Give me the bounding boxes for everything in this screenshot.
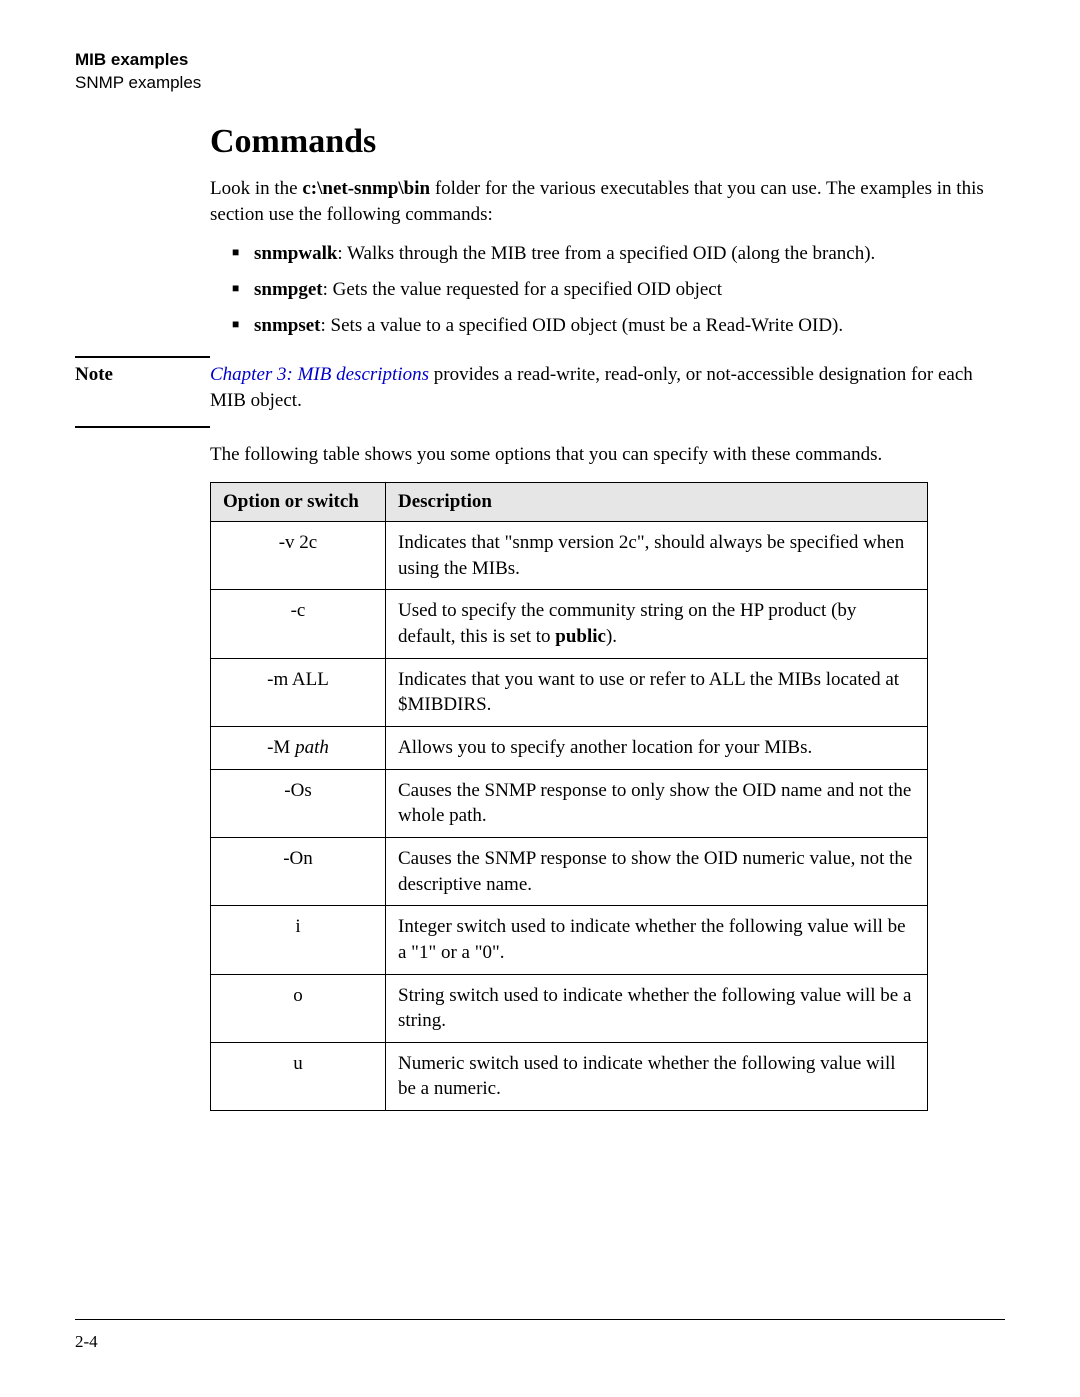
desc-cell: Used to specify the community string on … (386, 590, 928, 658)
note-link[interactable]: Chapter 3: MIB descriptions (210, 364, 429, 385)
opt-cell: -Os (211, 769, 386, 837)
desc-cell: Integer switch used to indicate whether … (386, 906, 928, 974)
intro-paragraph: Look in the c:\net-snmp\bin folder for t… (210, 176, 1005, 227)
cmd-desc: : Walks through the MIB tree from a spec… (337, 243, 875, 264)
cmd-name: snmpwalk (254, 243, 337, 264)
table-row: -v 2c Indicates that "snmp version 2c", … (211, 522, 928, 590)
opt-cell: o (211, 974, 386, 1042)
cmd-desc: : Sets a value to a specified OID object… (321, 315, 844, 336)
opt-cell: -v 2c (211, 522, 386, 590)
desc-cell: Indicates that "snmp version 2c", should… (386, 522, 928, 590)
note-block: Note Chapter 3: MIB descriptions provide… (75, 356, 1005, 428)
opt-cell: -M path (211, 727, 386, 770)
opt-cell: i (211, 906, 386, 974)
table-row: -M path Allows you to specify another lo… (211, 727, 928, 770)
cmd-name: snmpget (254, 279, 323, 300)
page-number: 2-4 (75, 1332, 98, 1351)
note-label: Note (75, 364, 113, 385)
list-item: snmpset: Sets a value to a specified OID… (232, 313, 1005, 339)
command-list: snmpwalk: Walks through the MIB tree fro… (232, 241, 1005, 338)
table-row: i Integer switch used to indicate whethe… (211, 906, 928, 974)
page-header: MIB examples SNMP examples (75, 50, 1005, 93)
table-row: o String switch used to indicate whether… (211, 974, 928, 1042)
opt-cell: -m ALL (211, 658, 386, 726)
intro-bold-path: c:\net-snmp\bin (302, 178, 430, 199)
desc-cell: Indicates that you want to use or refer … (386, 658, 928, 726)
table-intro: The following table shows you some optio… (210, 444, 1005, 466)
opt-cell: -c (211, 590, 386, 658)
table-row: -Os Causes the SNMP response to only sho… (211, 769, 928, 837)
list-item: snmpwalk: Walks through the MIB tree fro… (232, 241, 1005, 267)
col-header-option: Option or switch (211, 483, 386, 522)
options-table: Option or switch Description -v 2c Indic… (210, 482, 928, 1111)
page-footer: 2-4 (75, 1319, 1005, 1352)
desc-cell: Allows you to specify another location f… (386, 727, 928, 770)
opt-cell: -On (211, 837, 386, 905)
note-label-box: Note (75, 356, 210, 428)
table-row: -m ALL Indicates that you want to use or… (211, 658, 928, 726)
desc-cell: Numeric switch used to indicate whether … (386, 1042, 928, 1110)
desc-cell: Causes the SNMP response to only show th… (386, 769, 928, 837)
header-title: MIB examples (75, 50, 1005, 70)
table-row: -On Causes the SNMP response to show the… (211, 837, 928, 905)
note-text: Chapter 3: MIB descriptions provides a r… (210, 356, 1005, 428)
col-header-description: Description (386, 483, 928, 522)
header-subtitle: SNMP examples (75, 73, 1005, 93)
table-row: -c Used to specify the community string … (211, 590, 928, 658)
table-row: u Numeric switch used to indicate whethe… (211, 1042, 928, 1110)
section-heading: Commands (210, 123, 1005, 161)
list-item: snmpget: Gets the value requested for a … (232, 277, 1005, 303)
desc-cell: Causes the SNMP response to show the OID… (386, 837, 928, 905)
desc-cell: String switch used to indicate whether t… (386, 974, 928, 1042)
main-content: Commands Look in the c:\net-snmp\bin fol… (210, 123, 1005, 338)
intro-prefix: Look in the (210, 178, 302, 199)
opt-cell: u (211, 1042, 386, 1110)
table-header-row: Option or switch Description (211, 483, 928, 522)
cmd-desc: : Gets the value requested for a specifi… (323, 279, 722, 300)
cmd-name: snmpset (254, 315, 321, 336)
